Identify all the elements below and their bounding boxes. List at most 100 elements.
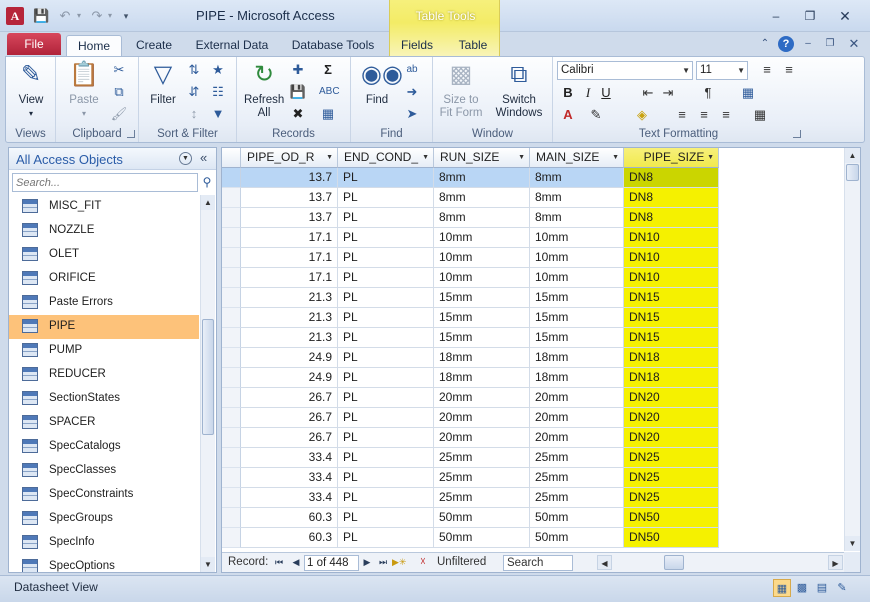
minimize-button[interactable]: –	[767, 8, 785, 24]
record-selector[interactable]	[222, 428, 241, 448]
save-icon[interactable]: 💾	[33, 8, 49, 24]
table-cell[interactable]: 24.9	[241, 348, 338, 368]
next-record-icon[interactable]: ▶	[360, 555, 374, 570]
copy-icon[interactable]: ⧉	[110, 83, 128, 101]
nav-header[interactable]: All Access Objects ▼ «	[9, 148, 216, 170]
table-cell[interactable]: 15mm	[434, 308, 530, 328]
new-record-icon[interactable]: ✚	[289, 61, 307, 79]
table-cell[interactable]: DN15	[624, 288, 719, 308]
table-cell[interactable]: 21.3	[241, 308, 338, 328]
table-cell[interactable]: 33.4	[241, 468, 338, 488]
table-cell[interactable]: DN25	[624, 468, 719, 488]
record-selector[interactable]	[222, 408, 241, 428]
table-cell[interactable]: PL	[338, 408, 434, 428]
unfiltered-icon[interactable]: ☓	[420, 555, 434, 570]
paste-button[interactable]: 📋 Paste ▾	[62, 60, 106, 120]
table-cell[interactable]: 25mm	[434, 448, 530, 468]
undo-dropdown-icon[interactable]: ▾	[74, 8, 84, 24]
table-cell[interactable]: 10mm	[434, 248, 530, 268]
spelling-icon[interactable]: ABC	[319, 83, 340, 101]
table-cell[interactable]: 50mm	[530, 508, 624, 528]
table-cell[interactable]: 26.7	[241, 428, 338, 448]
first-record-icon[interactable]: ⏮	[272, 555, 286, 570]
table-row[interactable]: 21.3 PL 15mm 15mm DN15	[222, 288, 844, 308]
table-row[interactable]: 33.4 PL 25mm 25mm DN25	[222, 468, 844, 488]
save-record-icon[interactable]: 💾	[289, 83, 307, 101]
table-cell[interactable]: DN50	[624, 528, 719, 548]
scroll-right-icon[interactable]: ▶	[828, 555, 843, 570]
record-selector[interactable]	[222, 228, 241, 248]
table-row[interactable]: 33.4 PL 25mm 25mm DN25	[222, 448, 844, 468]
record-selector[interactable]	[222, 488, 241, 508]
table-cell[interactable]: PL	[338, 468, 434, 488]
filter-button[interactable]: ▽ Filter	[143, 60, 183, 107]
table-row[interactable]: 21.3 PL 15mm 15mm DN15	[222, 308, 844, 328]
table-cell[interactable]: 25mm	[434, 468, 530, 488]
current-record-field[interactable]: 1 of 448	[304, 555, 359, 571]
more-records-icon[interactable]: ▦	[319, 105, 337, 123]
view-button[interactable]: ✎ View ▾	[11, 60, 51, 120]
table-cell[interactable]: 8mm	[530, 168, 624, 188]
collapse-ribbon-icon[interactable]: ⌃	[757, 36, 773, 52]
new-record-icon[interactable]: ▶✳	[392, 555, 406, 570]
table-cell[interactable]: 15mm	[434, 328, 530, 348]
scroll-down-icon[interactable]: ▼	[845, 536, 860, 551]
nav-search-input[interactable]	[12, 173, 198, 192]
table-cell[interactable]: DN20	[624, 388, 719, 408]
vertical-scrollbar[interactable]: ▲ ▼	[844, 148, 860, 551]
table-cell[interactable]: 50mm	[434, 508, 530, 528]
record-selector[interactable]	[222, 468, 241, 488]
table-cell[interactable]: 10mm	[530, 228, 624, 248]
nav-scroll-thumb[interactable]	[202, 319, 214, 435]
increase-indent-icon[interactable]: ⇥	[659, 84, 677, 102]
table-cell[interactable]: PL	[338, 368, 434, 388]
column-header[interactable]: MAIN_SIZE ▼	[530, 148, 624, 168]
table-cell[interactable]: 15mm	[434, 288, 530, 308]
table-cell[interactable]: 10mm	[434, 228, 530, 248]
advanced-filter-icon[interactable]: ☷	[209, 83, 227, 101]
fill-color-icon[interactable]: ◈	[633, 106, 651, 124]
table-cell[interactable]: PL	[338, 248, 434, 268]
table-row[interactable]: 24.9 PL 18mm 18mm DN18	[222, 368, 844, 388]
underline-icon[interactable]: U	[597, 84, 615, 102]
select-icon[interactable]: ➤	[403, 105, 421, 123]
totals-icon[interactable]: Σ	[319, 61, 337, 79]
find-button[interactable]: ◉◉ Find	[357, 60, 403, 107]
tab-fields[interactable]: Fields	[392, 35, 442, 56]
table-cell[interactable]: 60.3	[241, 528, 338, 548]
table-cell[interactable]: 13.7	[241, 188, 338, 208]
paragraph-direction-icon[interactable]: ¶	[699, 84, 717, 102]
nav-item[interactable]: MISC_FIT	[9, 195, 199, 219]
scroll-left-icon[interactable]: ◀	[597, 555, 612, 570]
record-selector[interactable]	[222, 288, 241, 308]
customize-toolbar-icon[interactable]: ▾	[120, 8, 132, 24]
table-cell[interactable]: 10mm	[530, 248, 624, 268]
table-cell[interactable]: PL	[338, 328, 434, 348]
italic-icon[interactable]: I	[579, 84, 597, 102]
table-cell[interactable]: DN8	[624, 168, 719, 188]
format-painter-icon[interactable]: 🖌	[110, 105, 128, 123]
table-cell[interactable]: 21.3	[241, 288, 338, 308]
column-dropdown-icon[interactable]: ▼	[518, 148, 525, 167]
access-app-icon[interactable]: A	[6, 7, 24, 25]
table-cell[interactable]: 10mm	[530, 268, 624, 288]
table-row[interactable]: 21.3 PL 15mm 15mm DN15	[222, 328, 844, 348]
record-selector[interactable]	[222, 348, 241, 368]
gridlines-icon[interactable]: ▦	[739, 84, 757, 102]
table-cell[interactable]: 50mm	[434, 528, 530, 548]
table-cell[interactable]: DN10	[624, 228, 719, 248]
table-cell[interactable]: 60.3	[241, 508, 338, 528]
align-right-icon[interactable]: ≡	[717, 106, 735, 124]
table-cell[interactable]: 33.4	[241, 488, 338, 508]
table-cell[interactable]: PL	[338, 388, 434, 408]
record-selector[interactable]	[222, 248, 241, 268]
table-cell[interactable]: DN18	[624, 368, 719, 388]
table-cell[interactable]: PL	[338, 208, 434, 228]
table-cell[interactable]: PL	[338, 508, 434, 528]
table-cell[interactable]: 8mm	[434, 208, 530, 228]
table-cell[interactable]: PL	[338, 228, 434, 248]
table-row[interactable]: 33.4 PL 25mm 25mm DN25	[222, 488, 844, 508]
sort-descending-icon[interactable]: ⇵	[185, 83, 203, 101]
table-cell[interactable]: 20mm	[530, 388, 624, 408]
table-cell[interactable]: 17.1	[241, 228, 338, 248]
